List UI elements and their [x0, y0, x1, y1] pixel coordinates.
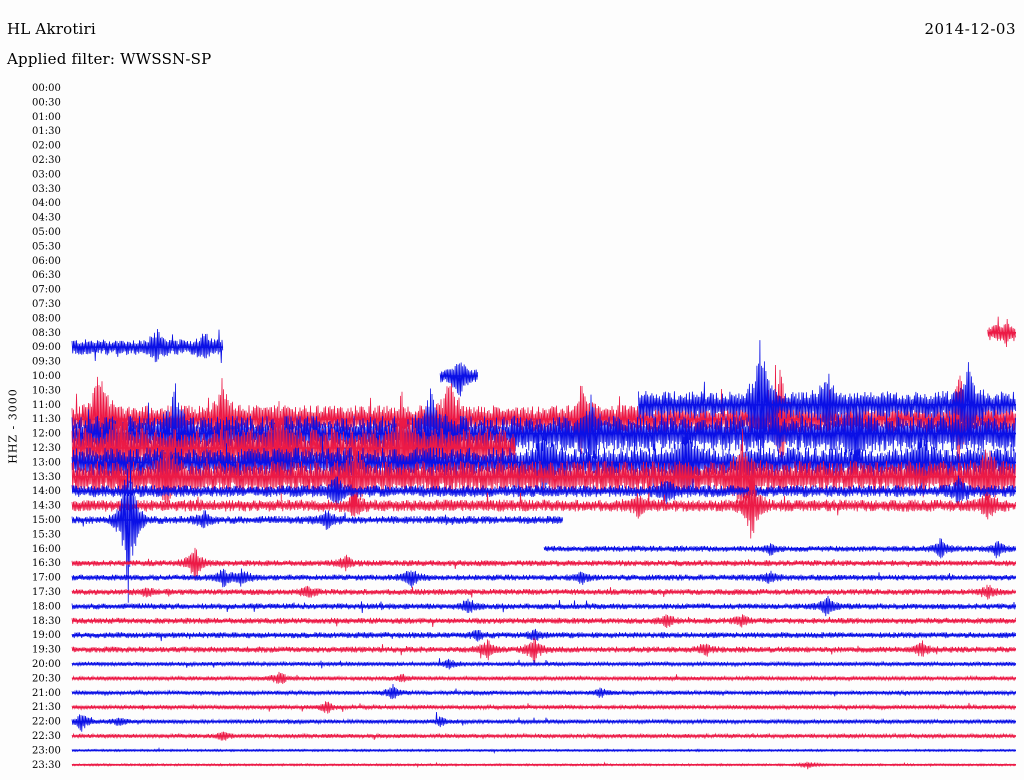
trace-0830 — [987, 316, 1016, 348]
row-label-1930: 19:30 — [32, 645, 61, 656]
row-label-0030: 00:30 — [32, 97, 61, 108]
row-label-1100: 11:00 — [32, 400, 61, 411]
row-label-0600: 06:00 — [32, 256, 61, 267]
row-label-2130: 21:30 — [32, 702, 61, 713]
row-label-2030: 20:30 — [32, 673, 61, 684]
row-label-1530: 15:30 — [32, 529, 61, 540]
helicorder-plot: 00:00 00:30 01:00 01:30 02:00 02:30 03:00 03:30… — [32, 83, 1017, 771]
row-label-0430: 04:30 — [32, 213, 61, 224]
row-label-0800: 08:00 — [32, 313, 61, 324]
row-label-1600: 16:00 — [32, 544, 61, 555]
row-label-2200: 22:00 — [32, 717, 61, 728]
row-label-1800: 18:00 — [32, 601, 61, 612]
row-label-1030: 10:30 — [32, 385, 61, 396]
row-label-1430: 14:30 — [32, 501, 61, 512]
row-label-2100: 21:00 — [32, 688, 61, 699]
row-label-0200: 02:00 — [32, 141, 61, 152]
row-label-0700: 07:00 — [32, 285, 61, 296]
row-label-1630: 16:30 — [32, 558, 61, 569]
row-label-2230: 22:30 — [32, 731, 61, 742]
row-label-1200: 12:00 — [32, 429, 61, 440]
row-label-0300: 03:00 — [32, 169, 61, 180]
seismogram-traces — [71, 316, 1017, 770]
row-label-0530: 05:30 — [32, 241, 61, 252]
row-label-1500: 15:00 — [32, 515, 61, 526]
row-label-1000: 10:00 — [32, 371, 61, 382]
row-label-0500: 05:00 — [32, 227, 61, 238]
row-label-0630: 06:30 — [32, 270, 61, 281]
row-label-2330: 23:30 — [32, 760, 61, 771]
row-label-1330: 13:30 — [32, 472, 61, 483]
trace-2100 — [71, 684, 1016, 700]
row-label-2000: 20:00 — [32, 659, 61, 670]
row-label-1130: 11:30 — [32, 414, 61, 425]
row-label-0830: 08:30 — [32, 328, 61, 339]
row-label-0730: 07:30 — [32, 299, 61, 310]
row-label-0930: 09:30 — [32, 357, 61, 368]
row-time-labels: 00:00 00:30 01:00 01:30 02:00 02:30 03:00 03:30… — [32, 83, 61, 771]
row-label-1400: 14:00 — [32, 486, 61, 497]
row-label-1300: 13:00 — [32, 457, 61, 468]
row-label-0130: 01:30 — [32, 126, 61, 137]
trace-1000 — [439, 362, 479, 397]
row-label-0330: 03:30 — [32, 184, 61, 195]
row-label-2300: 23:00 — [32, 745, 61, 756]
trace-1630 — [71, 547, 1016, 581]
row-label-1700: 17:00 — [32, 573, 61, 584]
row-label-1730: 17:30 — [32, 587, 61, 598]
row-label-1830: 18:30 — [32, 616, 61, 627]
row-label-0400: 04:00 — [32, 198, 61, 209]
trace-1930 — [71, 637, 1016, 665]
row-label-0900: 09:00 — [32, 342, 61, 353]
row-label-0000: 00:00 — [32, 83, 61, 94]
row-label-1900: 19:00 — [32, 630, 61, 641]
row-label-0100: 01:00 — [32, 112, 61, 123]
trace-0900 — [71, 329, 224, 364]
row-label-0230: 02:30 — [32, 155, 61, 166]
row-label-1230: 12:30 — [32, 443, 61, 454]
